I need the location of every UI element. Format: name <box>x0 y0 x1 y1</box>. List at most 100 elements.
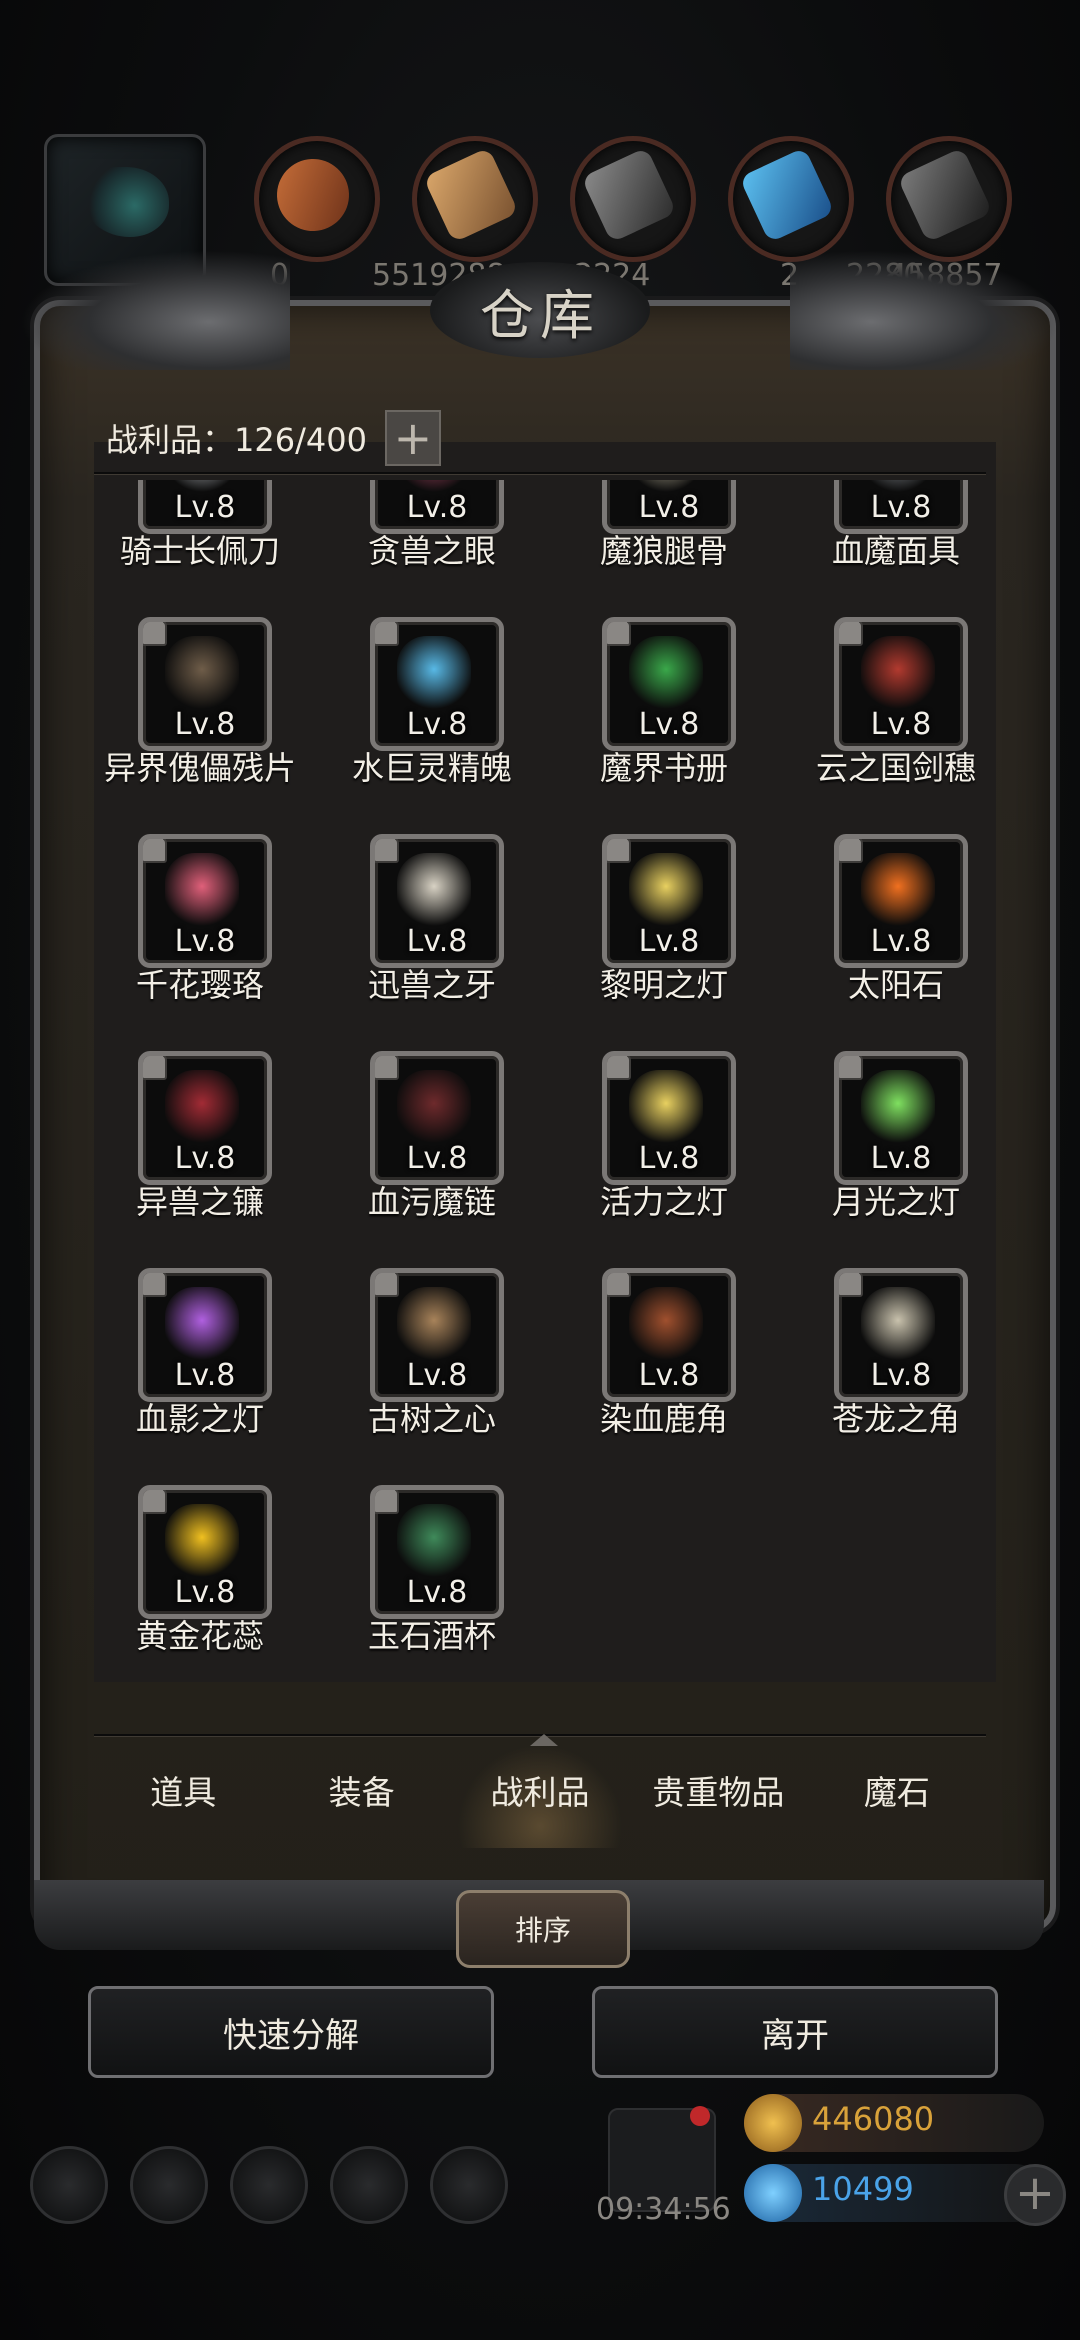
item-slot[interactable]: Lv.8 <box>602 834 736 968</box>
item-name: 黎明之灯 <box>599 966 728 1004</box>
panel-title: 仓库 <box>480 283 600 347</box>
item-level: Lv.8 <box>174 1358 236 1393</box>
tab-loot[interactable]: 战利品 <box>450 1738 630 1848</box>
lantern-icon <box>861 1070 935 1144</box>
iron-icon <box>897 147 993 243</box>
item-slot[interactable]: Lv.8 <box>834 834 968 968</box>
stone-icon <box>581 147 677 243</box>
dragon-horn-icon <box>861 1287 935 1361</box>
mail-icon[interactable] <box>330 2146 408 2224</box>
item-slot[interactable]: Lv.8 <box>602 1268 736 1402</box>
item-slot[interactable]: Lv.8 <box>138 834 272 968</box>
item-name: 魔狼腿骨 <box>599 532 728 570</box>
item-slot[interactable]: Lv.8 <box>834 1051 968 1185</box>
gift-timer: 09:34:56 <box>596 2192 731 2227</box>
item-name: 染血鹿角 <box>599 1400 728 1438</box>
item-name: 云之国剑穗 <box>815 749 976 787</box>
item-cell[interactable]: Lv.8 月光之灯 <box>786 1051 990 1261</box>
item-cell[interactable]: Lv.8 黎明之灯 <box>554 834 774 1044</box>
lock-icon <box>839 622 863 646</box>
item-slot[interactable]: Lv.8 <box>370 617 504 751</box>
lock-icon <box>143 1056 167 1080</box>
item-cell[interactable]: Lv.8 苍龙之角 <box>786 1268 990 1478</box>
lantern-icon <box>629 1070 703 1144</box>
emblem-icon[interactable] <box>130 2146 208 2224</box>
item-level: Lv.8 <box>174 924 236 959</box>
item-cell[interactable]: Lv.8 血魔面具 <box>786 480 990 610</box>
item-cell[interactable]: Lv.8 千花璎珞 <box>90 834 310 1044</box>
item-cell[interactable]: Lv.8 贪兽之眼 <box>322 480 542 610</box>
item-cell[interactable]: Lv.8 玉石酒杯 <box>322 1485 542 1695</box>
item-cell[interactable]: Lv.8 血污魔链 <box>322 1051 542 1261</box>
item-level: Lv.8 <box>174 1141 236 1176</box>
quick-decompose-button[interactable]: 快速分解 <box>88 1986 494 2078</box>
item-grid: Lv.8 骑士长佩刀 Lv.8 贪兽之眼 Lv.8 魔狼腿骨 Lv.8 血魔面具 Lv.8 异界傀… <box>90 480 990 1730</box>
diamond-amount: 10499 <box>812 2170 914 2208</box>
item-cell[interactable]: Lv.8 异兽之镰 <box>90 1051 310 1261</box>
frame-ornament-left <box>20 250 290 370</box>
tab-equipment[interactable]: 装备 <box>272 1738 450 1848</box>
item-slot[interactable]: Lv.8 <box>138 1485 272 1619</box>
hand-icon[interactable] <box>430 2146 508 2224</box>
item-slot[interactable]: Lv.8 <box>834 617 968 751</box>
tab-valuables[interactable]: 贵重物品 <box>629 1738 807 1848</box>
item-slot[interactable]: Lv.8 <box>138 617 272 751</box>
item-level: Lv.8 <box>406 490 468 525</box>
lock-icon <box>607 622 631 646</box>
book-icon <box>629 636 703 710</box>
lock-icon <box>839 1056 863 1080</box>
shield-icon[interactable] <box>230 2146 308 2224</box>
item-slot[interactable]: Lv.8 <box>602 617 736 751</box>
item-name: 骑士长佩刀 <box>119 532 280 570</box>
item-level: Lv.8 <box>870 924 932 959</box>
item-slot[interactable]: Lv.8 <box>138 1268 272 1402</box>
item-cell[interactable]: Lv.8 云之国剑穗 <box>786 617 990 827</box>
item-level: Lv.8 <box>638 924 700 959</box>
creature-icon <box>83 167 169 237</box>
lock-icon <box>375 1056 399 1080</box>
item-slot[interactable]: Lv.8 <box>370 1051 504 1185</box>
item-cell[interactable]: Lv.8 骑士长佩刀 <box>90 480 310 610</box>
item-cell[interactable]: Lv.8 染血鹿角 <box>554 1268 774 1478</box>
item-slot[interactable]: Lv.8 <box>370 1485 504 1619</box>
add-currency-button[interactable]: + <box>1004 2164 1066 2226</box>
item-slot[interactable]: Lv.8 <box>370 1268 504 1402</box>
item-cell[interactable]: Lv.8 古树之心 <box>322 1268 542 1478</box>
item-slot[interactable]: Lv.8 <box>834 1268 968 1402</box>
expand-capacity-button[interactable]: + <box>384 410 441 466</box>
item-cell[interactable]: Lv.8 活力之灯 <box>554 1051 774 1261</box>
leave-button[interactable]: 离开 <box>592 1986 998 2078</box>
item-slot[interactable]: Lv.8 <box>370 834 504 968</box>
item-cell[interactable]: Lv.8 水巨灵精魄 <box>322 617 542 827</box>
settings-icon[interactable] <box>30 2146 108 2224</box>
wood-resource <box>254 136 380 262</box>
lantern-icon <box>629 853 703 927</box>
item-slot[interactable]: Lv.8 <box>138 1051 272 1185</box>
item-level: Lv.8 <box>174 1575 236 1610</box>
item-cell[interactable]: Lv.8 魔界书册 <box>554 617 774 827</box>
golden-flower-icon <box>165 1504 239 1578</box>
sun-stone-icon <box>861 853 935 927</box>
item-name: 魔界书册 <box>599 749 728 787</box>
item-level: Lv.8 <box>406 707 468 742</box>
capacity-row: 战利品：126/400 + <box>106 410 441 466</box>
item-level: Lv.8 <box>638 1358 700 1393</box>
tab-magic-stones[interactable]: 魔石 <box>808 1738 986 1848</box>
item-level: Lv.8 <box>638 490 700 525</box>
water-spirit-icon <box>397 636 471 710</box>
item-slot[interactable]: Lv.8 <box>602 1051 736 1185</box>
item-name: 活力之灯 <box>599 1183 728 1221</box>
item-cell[interactable]: Lv.8 血影之灯 <box>90 1268 310 1478</box>
tab-items[interactable]: 道具 <box>94 1738 272 1848</box>
item-name: 血魔面具 <box>831 532 960 570</box>
item-cell[interactable]: Lv.8 迅兽之牙 <box>322 834 542 1044</box>
item-cell[interactable]: Lv.8 黄金花蕊 <box>90 1485 310 1695</box>
item-cell[interactable]: Lv.8 魔狼腿骨 <box>554 480 774 610</box>
item-name: 古树之心 <box>367 1400 496 1438</box>
item-cell[interactable]: Lv.8 异界傀儡残片 <box>90 617 310 827</box>
sort-button[interactable]: 排序 <box>456 1890 630 1968</box>
item-cell[interactable]: Lv.8 太阳石 <box>786 834 990 1044</box>
shard-icon <box>165 636 239 710</box>
iron-resource <box>886 136 1012 262</box>
item-level: Lv.8 <box>870 490 932 525</box>
